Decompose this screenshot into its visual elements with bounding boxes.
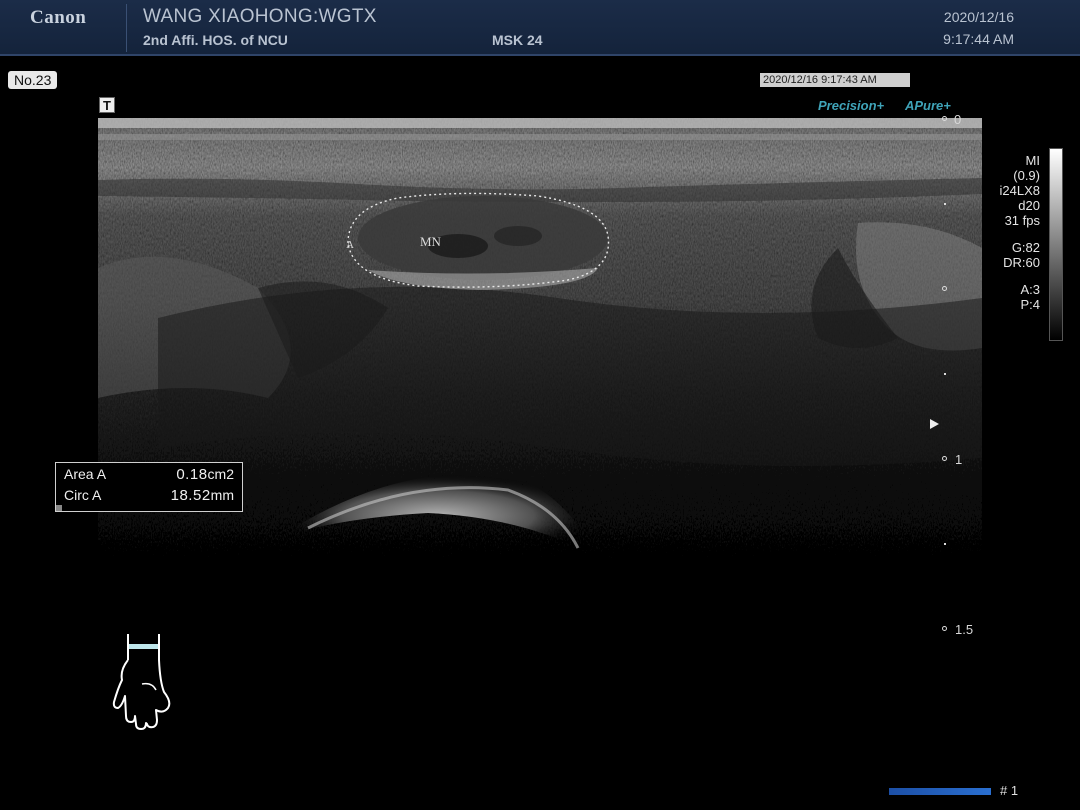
- depth-marker-half: [942, 286, 947, 291]
- depth-label-1-5: 1.5: [955, 622, 974, 637]
- timestamp-overlay: 2020/12/16 9:17:43 AM: [760, 73, 910, 87]
- header-divider: [126, 4, 127, 52]
- ultrasound-screen: Canon WANG XIAOHONG:WGTX 2nd Affi. HOS. …: [0, 0, 1080, 810]
- patient-name: WANG XIAOHONG:WGTX: [143, 6, 377, 27]
- nerve-label: MN: [420, 234, 442, 249]
- image-number: No.23: [8, 71, 58, 89]
- depth-tick: [944, 373, 946, 375]
- depth-value: d20: [1018, 198, 1040, 213]
- measurement-row-circ: Circ A 18.52mm: [64, 487, 234, 507]
- ultrasound-image[interactable]: MN A: [98, 118, 982, 730]
- grayscale-bar: [1049, 148, 1063, 341]
- depth-label-1: 1: [955, 452, 963, 467]
- measurement-unit: mm: [210, 487, 234, 503]
- brand-logo: Canon: [30, 7, 87, 28]
- measurement-label: Circ A: [64, 487, 102, 503]
- hand-wrist-icon[interactable]: [108, 630, 183, 730]
- measurement-value: 0.18: [176, 466, 208, 483]
- gain-value: G:82: [1011, 240, 1040, 255]
- p-value: P:4: [1020, 297, 1040, 312]
- a-value: A:3: [1020, 282, 1040, 297]
- depth-tick: [944, 543, 946, 545]
- exam-date: 2020/12/16: [943, 9, 1014, 25]
- depth-marker-1: [942, 456, 947, 461]
- apure-mode-label: APure+: [905, 98, 951, 113]
- hospital-name: 2nd Affi. HOS. of NCU: [143, 32, 288, 48]
- mi-label: MI: [1025, 153, 1040, 168]
- cine-frame-label: # 1: [1000, 783, 1019, 798]
- measurement-value: 18.52: [170, 487, 211, 504]
- depth-label-0: 0: [954, 112, 962, 127]
- measurement-unit: cm2: [207, 466, 234, 482]
- header-bar: Canon WANG XIAOHONG:WGTX 2nd Affi. HOS. …: [0, 0, 1080, 56]
- depth-tick: [944, 203, 946, 205]
- dynamic-range-value: DR:60: [1003, 255, 1040, 270]
- measurement-box[interactable]: Area A 0.18cm2 Circ A 18.52mm: [55, 462, 243, 512]
- exam-preset: MSK 24: [492, 32, 543, 48]
- measurement-corner: [56, 505, 62, 511]
- focus-triangle-icon[interactable]: [930, 419, 939, 429]
- measurement-label: Area A: [64, 466, 107, 482]
- depth-marker-1-5: [942, 626, 947, 631]
- measurement-row-area: Area A 0.18cm2: [64, 466, 234, 486]
- precision-mode-label: Precision+: [818, 98, 885, 113]
- frame-rate: 31 fps: [1004, 213, 1040, 228]
- mi-value: (0.9): [1013, 168, 1040, 183]
- depth-marker-0: [942, 116, 947, 121]
- exam-time: 9:17:44 AM: [943, 31, 1014, 47]
- probe-name: i24LX8: [999, 183, 1040, 198]
- ultrasound-svg: MN A: [98, 118, 982, 730]
- trace-marker-label: A: [346, 239, 354, 251]
- orientation-marker: T: [99, 97, 115, 113]
- cine-progress-bar[interactable]: [889, 788, 991, 795]
- imaging-parameters: MI (0.9) i24LX8 d20 31 fps G:82 DR:60 A:…: [1000, 153, 1040, 312]
